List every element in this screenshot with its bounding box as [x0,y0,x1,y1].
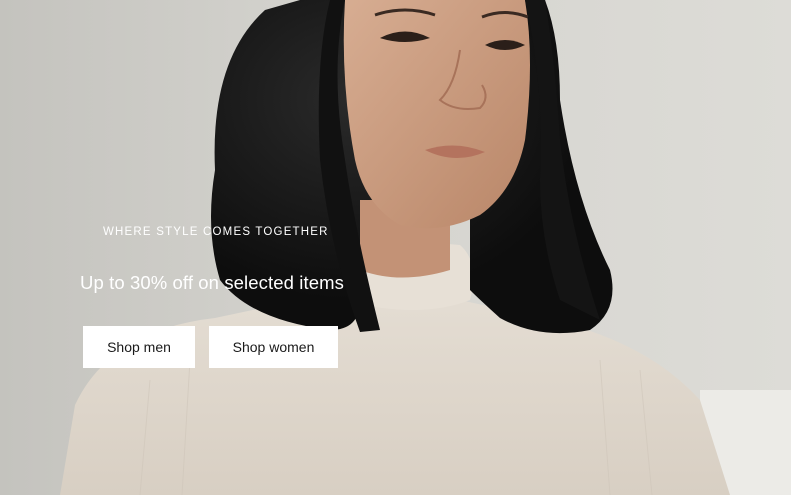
hero-photo [0,0,791,495]
hero-eyebrow: WHERE STYLE COMES TOGETHER [103,226,329,238]
hero-headline: Up to 30% off on selected items [80,272,344,293]
hero-banner: WHERE STYLE COMES TOGETHER Up to 30% off… [0,0,791,495]
shop-women-button[interactable]: Shop women [209,326,338,368]
shop-men-button[interactable]: Shop men [83,326,195,368]
